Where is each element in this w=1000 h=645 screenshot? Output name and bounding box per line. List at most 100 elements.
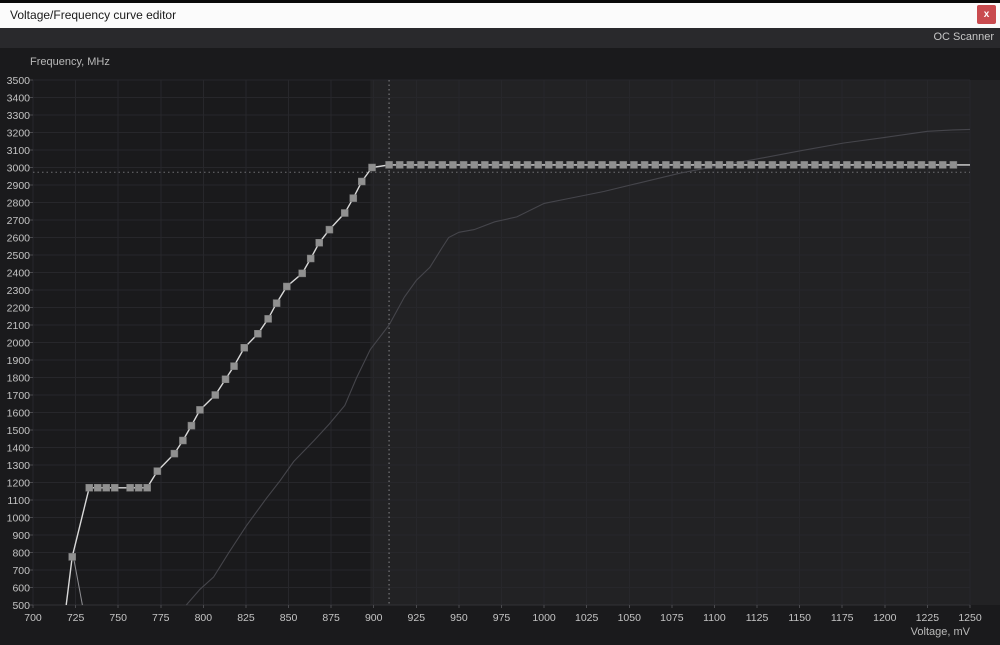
- vf-point-marker[interactable]: [662, 161, 669, 168]
- vf-point-marker[interactable]: [460, 161, 467, 168]
- vf-point-marker[interactable]: [103, 484, 110, 491]
- y-tick-label: 3100: [7, 145, 31, 157]
- vf-point-marker[interactable]: [843, 161, 850, 168]
- vf-point-marker[interactable]: [188, 422, 195, 429]
- vf-point-marker[interactable]: [241, 344, 248, 351]
- vf-point-marker[interactable]: [369, 164, 376, 171]
- vf-point-marker[interactable]: [283, 283, 290, 290]
- vf-point-marker[interactable]: [630, 161, 637, 168]
- vf-point-marker[interactable]: [418, 161, 425, 168]
- vf-point-marker[interactable]: [599, 161, 606, 168]
- vf-curve-plot[interactable]: 5006007008009001000110012001300140015001…: [0, 0, 1000, 645]
- vf-point-marker[interactable]: [428, 161, 435, 168]
- vf-point-marker[interactable]: [111, 484, 118, 491]
- vf-point-marker[interactable]: [492, 161, 499, 168]
- vf-point-marker[interactable]: [196, 406, 203, 413]
- vf-point-marker[interactable]: [513, 161, 520, 168]
- vf-point-marker[interactable]: [86, 484, 93, 491]
- vf-point-marker[interactable]: [179, 437, 186, 444]
- vf-point-marker[interactable]: [716, 161, 723, 168]
- y-tick-label: 600: [12, 583, 30, 595]
- vf-point-marker[interactable]: [222, 376, 229, 383]
- vf-point-marker[interactable]: [94, 484, 101, 491]
- vf-point-marker[interactable]: [307, 255, 314, 262]
- vf-point-marker[interactable]: [231, 363, 238, 370]
- vf-point-marker[interactable]: [907, 161, 914, 168]
- vf-point-marker[interactable]: [439, 161, 446, 168]
- vf-point-marker[interactable]: [254, 330, 261, 337]
- vf-point-marker[interactable]: [135, 484, 142, 491]
- vf-point-marker[interactable]: [588, 161, 595, 168]
- vf-point-marker[interactable]: [567, 161, 574, 168]
- vf-point-marker[interactable]: [705, 161, 712, 168]
- vf-point-marker[interactable]: [471, 161, 478, 168]
- x-tick-label: 725: [67, 612, 85, 624]
- vf-point-marker[interactable]: [726, 161, 733, 168]
- vf-point-marker[interactable]: [620, 161, 627, 168]
- vf-point-marker[interactable]: [780, 161, 787, 168]
- x-tick-label: 1000: [532, 612, 556, 624]
- vf-point-marker[interactable]: [407, 161, 414, 168]
- x-axis-label: Voltage, mV: [911, 626, 970, 638]
- vf-point-marker[interactable]: [769, 161, 776, 168]
- vf-point-marker[interactable]: [694, 161, 701, 168]
- vf-point-marker[interactable]: [854, 161, 861, 168]
- vf-point-marker[interactable]: [265, 315, 272, 322]
- vf-point-marker[interactable]: [875, 161, 882, 168]
- vf-point-marker[interactable]: [341, 210, 348, 217]
- x-tick-label: 700: [24, 612, 42, 624]
- y-tick-label: 1100: [7, 495, 30, 507]
- vf-point-marker[interactable]: [577, 161, 584, 168]
- vf-point-marker[interactable]: [673, 161, 680, 168]
- vf-point-marker[interactable]: [396, 161, 403, 168]
- vf-point-marker[interactable]: [386, 161, 393, 168]
- vf-point-marker[interactable]: [144, 484, 151, 491]
- vf-point-marker[interactable]: [748, 161, 755, 168]
- vf-point-marker[interactable]: [449, 161, 456, 168]
- vf-point-marker[interactable]: [350, 195, 357, 202]
- vf-point-marker[interactable]: [790, 161, 797, 168]
- vf-point-marker[interactable]: [929, 161, 936, 168]
- vf-point-marker[interactable]: [273, 300, 280, 307]
- vf-point-marker[interactable]: [535, 161, 542, 168]
- vf-point-marker[interactable]: [299, 270, 306, 277]
- y-tick-label: 1900: [7, 355, 31, 367]
- vf-point-marker[interactable]: [684, 161, 691, 168]
- vf-point-marker[interactable]: [641, 161, 648, 168]
- vf-point-marker[interactable]: [737, 161, 744, 168]
- vf-point-marker[interactable]: [316, 239, 323, 246]
- vf-point-marker[interactable]: [950, 161, 957, 168]
- vf-point-marker[interactable]: [154, 468, 161, 475]
- y-tick-label: 2200: [7, 303, 31, 315]
- vf-point-marker[interactable]: [833, 161, 840, 168]
- vf-point-marker[interactable]: [171, 450, 178, 457]
- y-tick-label: 2300: [7, 285, 31, 297]
- y-tick-label: 3000: [7, 163, 31, 175]
- vf-point-marker[interactable]: [127, 484, 134, 491]
- vf-point-marker[interactable]: [326, 226, 333, 233]
- vf-point-marker[interactable]: [358, 178, 365, 185]
- vf-point-marker[interactable]: [758, 161, 765, 168]
- vf-point-marker[interactable]: [886, 161, 893, 168]
- vf-point-marker[interactable]: [652, 161, 659, 168]
- vf-point-marker[interactable]: [556, 161, 563, 168]
- y-tick-label: 1800: [7, 373, 31, 385]
- vf-point-marker[interactable]: [545, 161, 552, 168]
- vf-point-marker[interactable]: [897, 161, 904, 168]
- vf-point-marker[interactable]: [503, 161, 510, 168]
- x-tick-label: 1075: [660, 612, 684, 624]
- vf-point-marker[interactable]: [939, 161, 946, 168]
- x-tick-label: 1025: [575, 612, 599, 624]
- x-tick-label: 900: [365, 612, 383, 624]
- vf-point-marker[interactable]: [801, 161, 808, 168]
- vf-point-marker[interactable]: [524, 161, 531, 168]
- vf-point-marker[interactable]: [212, 392, 219, 399]
- vf-point-marker[interactable]: [865, 161, 872, 168]
- vf-point-marker[interactable]: [822, 161, 829, 168]
- vf-point-marker[interactable]: [609, 161, 616, 168]
- vf-point-marker[interactable]: [481, 161, 488, 168]
- vf-point-marker[interactable]: [69, 553, 76, 560]
- y-tick-label: 2100: [7, 320, 31, 332]
- vf-point-marker[interactable]: [811, 161, 818, 168]
- vf-point-marker[interactable]: [918, 161, 925, 168]
